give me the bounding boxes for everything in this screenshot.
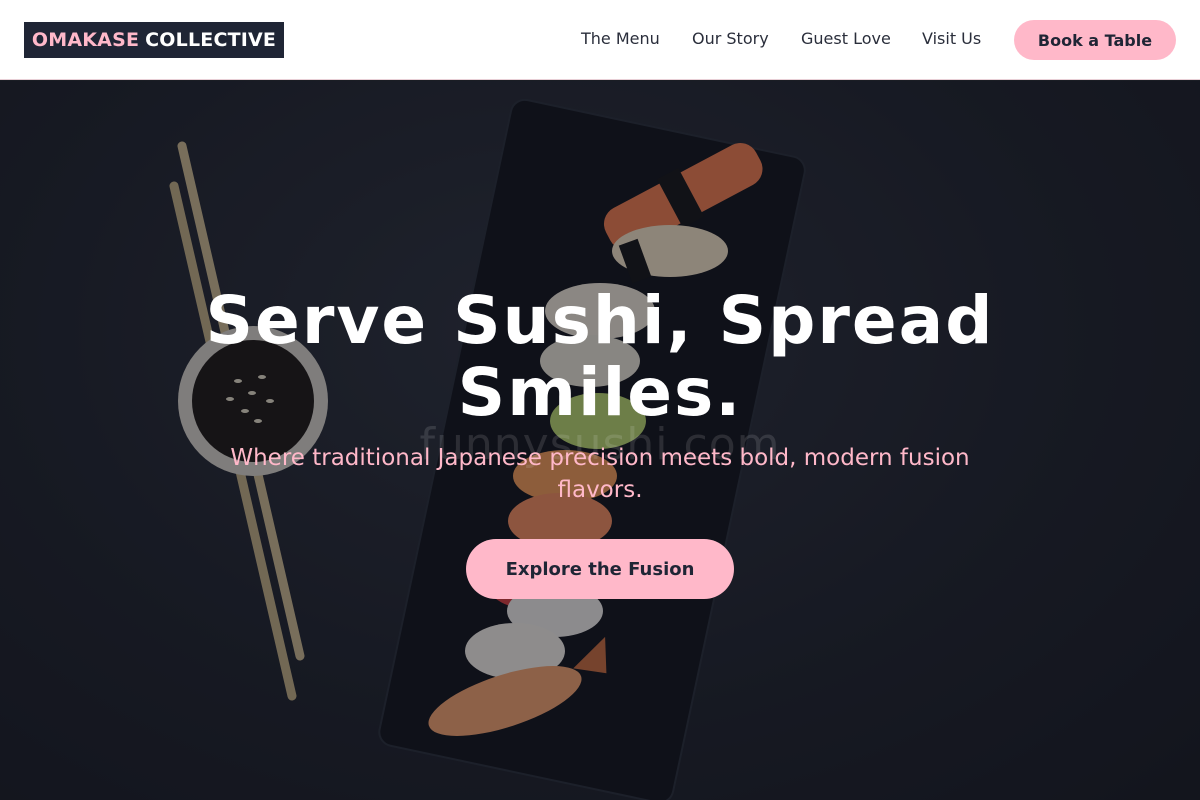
nav-link-visit[interactable]: Visit Us	[922, 28, 981, 50]
hero-headline: Serve Sushi, Spread Smiles.	[205, 282, 995, 431]
site-header: OMAKASE COLLECTIVE The Menu Our Story Gu…	[0, 0, 1200, 80]
nav-link-guest-love[interactable]: Guest Love	[801, 28, 891, 50]
book-table-button[interactable]: Book a Table	[1014, 20, 1176, 60]
nav-link-story[interactable]: Our Story	[692, 28, 769, 50]
hero-subheadline: Where traditional Japanese precision mee…	[230, 445, 970, 503]
nav-link-menu[interactable]: The Menu	[581, 28, 660, 50]
explore-fusion-button[interactable]: Explore the Fusion	[466, 539, 734, 599]
brand-name-part1: OMAKASE	[31, 29, 140, 51]
brand-name-part2: COLLECTIVE	[145, 29, 277, 51]
hero-section: funnysushi.com Serve Sushi, Spread Smile…	[0, 81, 1200, 800]
brand-logo[interactable]: OMAKASE COLLECTIVE	[24, 22, 284, 58]
